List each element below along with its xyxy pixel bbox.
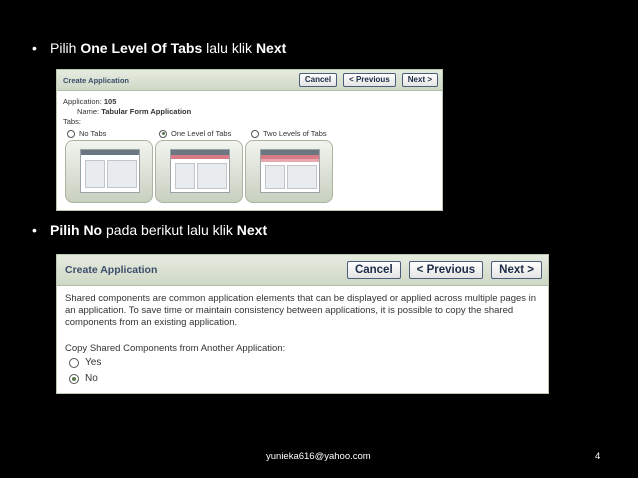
radio-label: No Tabs xyxy=(79,129,107,138)
radio-icon[interactable] xyxy=(251,129,259,138)
application-row: Application: 105 xyxy=(63,97,191,107)
application-value: 105 xyxy=(103,97,117,106)
bullet1-bold-next: Next xyxy=(255,40,287,56)
radio-selected-icon[interactable] xyxy=(159,129,167,138)
shared-components-description: Shared components are common application… xyxy=(65,293,537,328)
copy-shared-components-question: Copy Shared Components from Another Appl… xyxy=(65,343,286,354)
radio-yes[interactable]: Yes xyxy=(69,357,101,368)
application-info: Application: 105 Name: Tabular Form Appl… xyxy=(63,97,191,127)
name-value: Tabular Form Application xyxy=(101,107,192,116)
panel2-buttons: Cancel < Previous Next > xyxy=(346,261,542,279)
bullet1-middle: lalu klik xyxy=(202,40,256,56)
next-button[interactable]: Next > xyxy=(401,73,438,87)
bullet1-prefix: Pilih xyxy=(50,40,81,56)
previous-button[interactable]: < Previous xyxy=(343,73,396,87)
tabs-label: Tabs: xyxy=(63,117,81,126)
layout-preview-icon xyxy=(80,149,140,193)
radio-icon[interactable] xyxy=(69,357,79,368)
radio-selected-icon[interactable] xyxy=(69,373,79,384)
cancel-button[interactable]: Cancel xyxy=(298,73,338,87)
no-tabs-thumbnail[interactable] xyxy=(65,140,153,203)
bullet2-bold-pilih-no: Pilih No xyxy=(50,222,103,238)
panel1-header: Create Application Cancel < Previous Nex… xyxy=(57,70,442,91)
cancel-button[interactable]: Cancel xyxy=(346,261,401,279)
radio-icon[interactable] xyxy=(67,129,75,138)
bullet1-bold-option: One Level Of Tabs xyxy=(80,40,203,56)
bullet-instruction-2: • Pilih No pada berikut lalu klik Next xyxy=(32,222,267,238)
bullet-instruction-1: • Pilih One Level Of Tabs lalu klik Next xyxy=(32,40,286,56)
radio-label: Two Levels of Tabs xyxy=(263,129,327,138)
layout-preview-icon xyxy=(260,149,320,193)
name-label: Name: xyxy=(77,107,100,116)
application-label: Application: xyxy=(63,97,102,106)
page-number: 4 xyxy=(595,451,601,462)
radio-one-level-of-tabs[interactable]: One Level of Tabs xyxy=(159,129,231,138)
two-levels-tabs-thumbnail[interactable] xyxy=(245,140,333,203)
previous-button[interactable]: < Previous xyxy=(408,261,484,279)
panel2-header: Create Application Cancel < Previous Nex… xyxy=(57,255,548,286)
radio-label: No xyxy=(85,373,98,384)
bullet-symbol: • xyxy=(32,40,37,56)
bullet2-bold-next: Next xyxy=(236,222,268,238)
create-application-shared-components-panel: Create Application Cancel < Previous Nex… xyxy=(56,254,549,394)
bullet2-middle: pada berikut lalu klik xyxy=(102,222,237,238)
name-row: Name: Tabular Form Application xyxy=(63,107,191,117)
radio-two-levels-of-tabs[interactable]: Two Levels of Tabs xyxy=(251,129,327,138)
panel1-title: Create Application xyxy=(63,75,129,85)
panel2-title: Create Application xyxy=(65,264,158,276)
radio-no[interactable]: No xyxy=(69,373,98,384)
create-application-tabs-panel: Create Application Cancel < Previous Nex… xyxy=(56,69,443,211)
bullet-symbol: • xyxy=(32,222,37,238)
next-button[interactable]: Next > xyxy=(491,261,542,279)
panel1-buttons: Cancel < Previous Next > xyxy=(298,73,438,87)
radio-label: Yes xyxy=(85,357,102,368)
radio-no-tabs[interactable]: No Tabs xyxy=(67,129,106,138)
radio-label: One Level of Tabs xyxy=(171,129,232,138)
layout-preview-icon xyxy=(170,149,230,193)
one-level-tabs-thumbnail[interactable] xyxy=(155,140,243,203)
footer-email: yunieka616@yahoo.com xyxy=(266,451,371,462)
